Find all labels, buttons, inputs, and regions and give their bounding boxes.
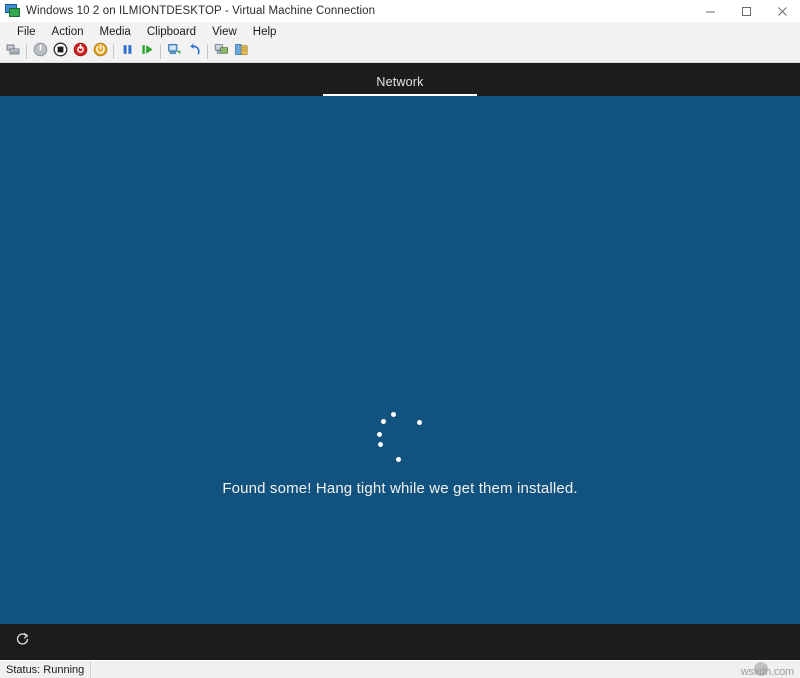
window-title: Windows 10 2 on ILMIONTDESKTOP - Virtual… — [26, 4, 376, 17]
loading-spinner — [370, 406, 430, 466]
checkpoint-icon — [167, 42, 182, 62]
menu-item-media[interactable]: Media — [92, 24, 139, 40]
start-button[interactable] — [90, 42, 110, 62]
window-controls — [692, 0, 800, 22]
titlebar: Windows 10 2 on ILMIONTDESKTOP - Virtual… — [0, 0, 800, 22]
maximize-button[interactable] — [728, 0, 764, 22]
statusbar: Status: Running wsxdn.com — [0, 660, 800, 678]
tab-network-label: Network — [376, 75, 424, 89]
enhanced-session-button[interactable] — [211, 42, 231, 62]
resume-icon — [140, 42, 155, 62]
oobe-header: Network — [0, 63, 800, 96]
close-button[interactable] — [764, 0, 800, 22]
spinner-dot — [378, 442, 383, 447]
spinner-dot — [417, 420, 422, 425]
toolbar — [0, 41, 800, 63]
share-button[interactable] — [231, 42, 251, 62]
enhanced-session-icon — [214, 42, 229, 62]
ctrl-alt-delete-icon — [6, 42, 21, 62]
shutdown-icon — [33, 42, 48, 62]
spinner-dot — [396, 457, 401, 462]
menu-item-file[interactable]: File — [9, 24, 44, 40]
revert-icon — [187, 42, 202, 62]
reset-button[interactable] — [70, 42, 90, 62]
virtual-machine-icon — [5, 3, 21, 19]
toolbar-separator — [207, 44, 208, 59]
turn-off-button[interactable] — [50, 42, 70, 62]
watermark-text: wsxdn.com — [740, 666, 794, 678]
toolbar-separator — [160, 44, 161, 59]
oobe-status-message: Found some! Hang tight while we get them… — [222, 480, 578, 497]
ease-of-access-button[interactable] — [9, 629, 35, 655]
checkpoint-button[interactable] — [164, 42, 184, 62]
oobe-footer — [0, 624, 800, 660]
resume-button[interactable] — [137, 42, 157, 62]
tab-network[interactable]: Network — [323, 75, 477, 96]
menu-item-clipboard[interactable]: Clipboard — [139, 24, 204, 40]
spinner-dot — [381, 419, 386, 424]
shutdown-button[interactable] — [30, 42, 50, 62]
vm-display[interactable]: Network Found some! Hang tight while we … — [0, 63, 800, 660]
toolbar-separator — [26, 44, 27, 59]
turn-off-icon — [53, 42, 68, 62]
menu-item-help[interactable]: Help — [245, 24, 285, 40]
ease-of-access-icon — [14, 631, 31, 653]
share-icon — [234, 42, 249, 62]
start-power-icon — [93, 42, 108, 62]
pause-button[interactable] — [117, 42, 137, 62]
minimize-button[interactable] — [692, 0, 728, 22]
reset-icon — [73, 42, 88, 62]
ctrl-alt-delete-button[interactable] — [3, 42, 23, 62]
menu-item-action[interactable]: Action — [44, 24, 92, 40]
spinner-dot — [377, 432, 382, 437]
status-badge: Status: Running — [0, 661, 92, 678]
menubar: File Action Media Clipboard View Help — [0, 22, 800, 41]
spinner-dot — [391, 412, 396, 417]
toolbar-separator — [113, 44, 114, 59]
oobe-body: Found some! Hang tight while we get them… — [0, 96, 800, 660]
pause-icon — [120, 42, 135, 62]
virtual-machine-connection-window: Windows 10 2 on ILMIONTDESKTOP - Virtual… — [0, 0, 800, 678]
menu-item-view[interactable]: View — [204, 24, 245, 40]
revert-button[interactable] — [184, 42, 204, 62]
